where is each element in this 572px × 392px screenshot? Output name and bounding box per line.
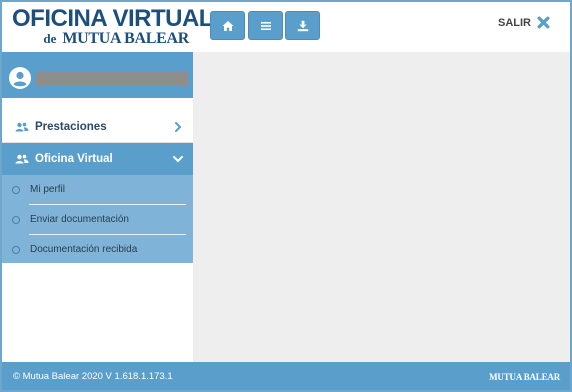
salir-button[interactable]: SALIR	[498, 16, 550, 29]
download-icon	[297, 20, 308, 31]
submenu-item-label: Enviar documentación	[30, 214, 129, 225]
logo-brand: MUTUA BALEAR	[62, 30, 189, 47]
hamburger-menu-icon	[260, 21, 271, 30]
sidebar-item-oficina-virtual[interactable]: Oficina Virtual	[2, 143, 193, 175]
logo-subtitle: de MUTUA BALEAR	[43, 30, 189, 48]
submenu-item-label: Documentación recibida	[30, 244, 138, 255]
user-name-redacted	[36, 71, 188, 86]
bullet-circle-icon	[12, 245, 20, 254]
chevron-right-icon	[175, 122, 182, 132]
users-icon	[15, 154, 29, 164]
oficina-virtual-logo[interactable]: OFICINA VIRTUAL de MUTUA BALEAR	[12, 5, 213, 50]
oficina-virtual-submenu: Mi perfil Enviar documentación Documenta…	[2, 175, 193, 263]
footer: © Mutua Balear 2020 V 1.618.1.173.1 MUTU…	[2, 362, 570, 390]
header: OFICINA VIRTUAL de MUTUA BALEAR SALIR	[2, 2, 570, 52]
home-button[interactable]	[210, 11, 245, 40]
user-bar	[2, 52, 193, 98]
logo-title: OFICINA VIRTUAL	[12, 5, 213, 32]
sidebar-item-label: Oficina Virtual	[35, 153, 113, 165]
home-icon	[222, 20, 233, 31]
close-icon	[537, 16, 550, 29]
submenu-item-label: Mi perfil	[30, 184, 66, 195]
footer-brand-logo: MUTUA BALEAR	[489, 372, 560, 382]
download-button[interactable]	[285, 11, 320, 40]
submenu-item-mi-perfil[interactable]: Mi perfil	[2, 175, 193, 204]
users-icon	[15, 122, 29, 131]
footer-copyright: © Mutua Balear 2020 V 1.618.1.173.1	[13, 371, 173, 382]
sidebar-item-prestaciones[interactable]: Prestaciones	[2, 111, 193, 143]
sidebar: Prestaciones Oficina Virtual Mi perfil E…	[2, 52, 193, 362]
bullet-circle-icon	[12, 215, 20, 224]
chevron-down-icon	[173, 156, 183, 163]
bullet-circle-icon	[12, 185, 20, 194]
submenu-item-documentacion-recibida[interactable]: Documentación recibida	[2, 235, 193, 264]
user-avatar-icon	[9, 67, 31, 89]
submenu-item-enviar-documentacion[interactable]: Enviar documentación	[2, 205, 193, 234]
sidebar-item-label: Prestaciones	[35, 120, 107, 133]
menu-button[interactable]	[248, 11, 283, 40]
logo-de: de	[43, 31, 57, 46]
salir-label: SALIR	[498, 16, 531, 29]
main-content	[193, 52, 570, 362]
